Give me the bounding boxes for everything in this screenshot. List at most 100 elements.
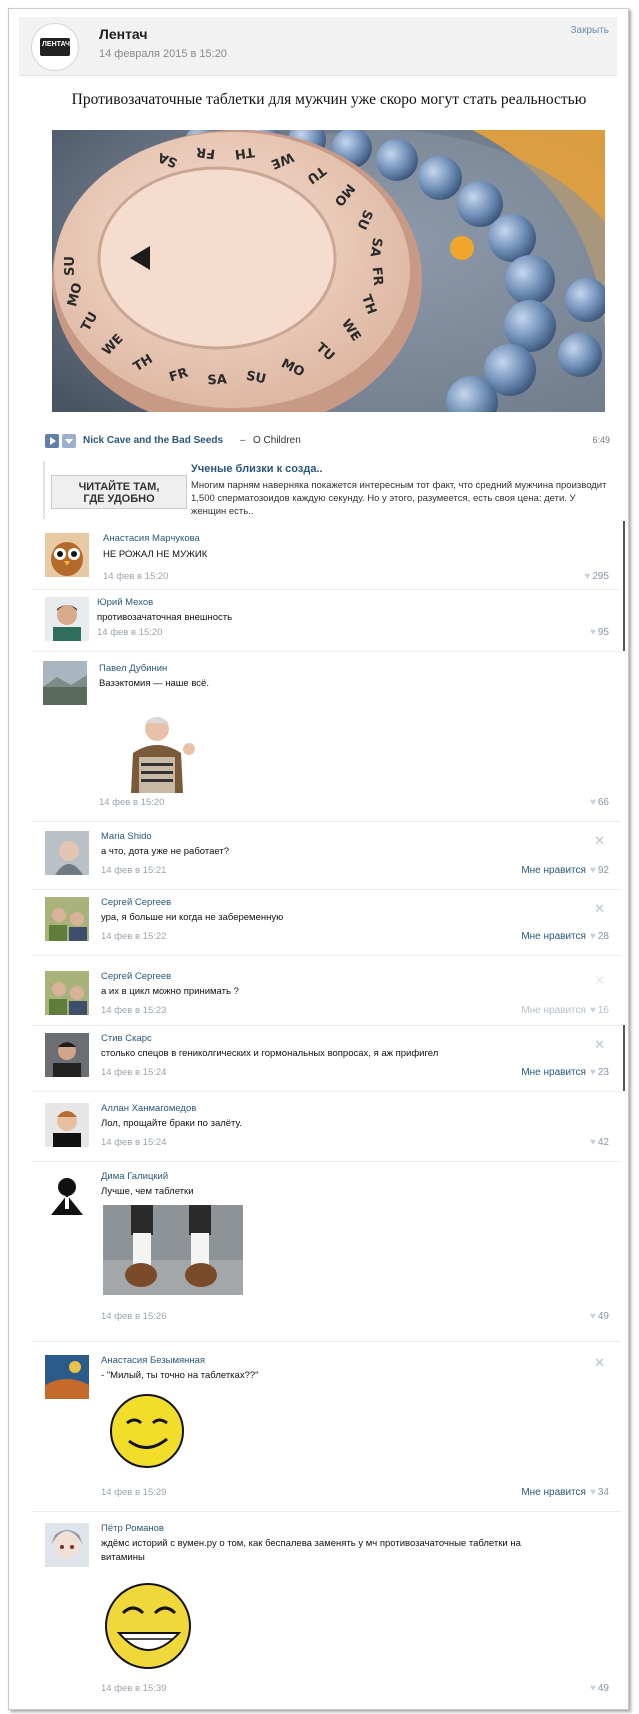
like-number: 49 <box>597 1683 609 1694</box>
close-icon[interactable]: ✕ <box>594 973 605 989</box>
like-number: 42 <box>597 1137 609 1148</box>
audio-dash: – <box>240 435 246 446</box>
like-number: 95 <box>597 627 609 638</box>
like-count[interactable]: ♥ 49 <box>590 1311 609 1322</box>
avatar-woman[interactable] <box>45 831 89 875</box>
comment-author[interactable]: Дима Галицкий <box>101 1171 168 1182</box>
meme-image-harold[interactable] <box>113 713 203 793</box>
comment: Анастасия Безымянная - "Милый, ты точно … <box>31 1341 621 1512</box>
comment-date[interactable]: 14 фев в 15:26 <box>101 1311 166 1322</box>
avatar-steve[interactable] <box>45 1033 89 1077</box>
comment-date[interactable]: 14 фев в 15:20 <box>99 797 164 808</box>
comment: Дима Галицкий Лучше, чем таблетки 14 фев… <box>31 1161 621 1342</box>
comment-text: ура, я больше ни когда не забеременную <box>101 912 284 923</box>
heart-icon: ♥ <box>589 1311 596 1322</box>
comment-date[interactable]: 14 фев в 15:20 <box>103 571 168 582</box>
comment-text: а что, дота уже не работает? <box>101 846 229 857</box>
lentach-logo[interactable]: ЛЕНТАЧ <box>31 23 79 71</box>
comment-date[interactable]: 14 фев в 15:24 <box>101 1137 166 1148</box>
sticker-smiley[interactable] <box>109 1393 185 1469</box>
heart-icon: ♥ <box>589 627 596 638</box>
repost-title[interactable]: Ученые близки к созда.. <box>191 463 323 475</box>
pill-day-label: SA <box>366 236 384 258</box>
like-label: Мне нравится <box>521 865 586 876</box>
comment-author[interactable]: Анастасия Безымянная <box>101 1355 205 1366</box>
comment-author[interactable]: Пётр Романов <box>101 1523 164 1534</box>
heart-icon: ♥ <box>589 1683 596 1694</box>
comment-text: противозачаточная внешность <box>97 612 233 623</box>
comment-author[interactable]: Сергей Сергеев <box>101 897 171 908</box>
post-headline: Противозачаточные таблетки для мужчин уж… <box>71 91 587 108</box>
comment-text: Лучше, чем таблетки <box>101 1186 194 1197</box>
comment-author[interactable]: Анастасия Марчукова <box>103 533 200 544</box>
post-date[interactable]: 14 февраля 2015 в 15:20 <box>99 48 227 60</box>
like-number: 23 <box>597 1067 609 1078</box>
repost-text: Многим парням наверняка покажется интере… <box>191 480 607 517</box>
like-label: Мне нравится <box>521 1005 586 1016</box>
comment-text: НЕ РОЖАЛ НЕ МУЖИК <box>103 549 208 560</box>
comment-text: ждёмс историй с вумен.ру о том, как бесп… <box>101 1538 521 1563</box>
comment-date[interactable]: 14 фев в 15:20 <box>97 627 162 638</box>
avatar-photo[interactable] <box>45 597 89 641</box>
like-label: Мне нравится <box>521 1067 586 1078</box>
heart-icon: ♥ <box>589 1137 596 1148</box>
like-button[interactable]: Мне нравится ♥ 92 <box>521 865 609 876</box>
comment-date[interactable]: 14 фев в 15:24 <box>101 1067 166 1078</box>
avatar-sergey[interactable] <box>45 897 89 941</box>
avatar-allan[interactable] <box>45 1103 89 1147</box>
post-author[interactable]: Лентач <box>99 26 148 42</box>
comment-author[interactable]: Юрий Мехов <box>97 597 153 608</box>
comment: Анастасия Марчукова НЕ РОЖАЛ НЕ МУЖИК 14… <box>31 521 625 590</box>
comment-author[interactable]: Сергей Сергеев <box>101 971 171 982</box>
close-icon[interactable]: ✕ <box>594 1355 605 1371</box>
thumb-text-1: ЧИТАЙТЕ ТАМ, <box>78 481 160 493</box>
like-button[interactable]: Мне нравится ♥ 16 <box>521 1005 609 1016</box>
like-button[interactable]: Мне нравится ♥ 34 <box>521 1487 609 1498</box>
avatar-dima[interactable] <box>45 1171 89 1215</box>
comment: Стив Скарс столько спецов в гениколгичес… <box>31 1025 625 1092</box>
avatar-sergey[interactable] <box>45 971 89 1015</box>
sticker-troll-face[interactable] <box>103 1581 193 1671</box>
avatar-landscape[interactable] <box>43 661 87 705</box>
close-icon[interactable]: ✕ <box>594 901 605 917</box>
close-icon[interactable]: ✕ <box>594 1037 605 1053</box>
comment-date[interactable]: 14 фев в 15:29 <box>101 1487 166 1498</box>
comment-author[interactable]: Павел Дубинин <box>99 663 167 674</box>
like-button[interactable]: Мне нравится ♥ 23 <box>521 1067 609 1078</box>
like-count[interactable]: ♥ 42 <box>590 1137 609 1148</box>
comment-author[interactable]: Аллан Ханмагомедов <box>101 1103 196 1114</box>
like-count[interactable]: ♥ 49 <box>590 1683 609 1694</box>
avatar-owl[interactable] <box>45 533 89 577</box>
close-link[interactable]: Закрыть <box>570 25 609 36</box>
like-number: 49 <box>597 1311 609 1322</box>
comment-author[interactable]: Стив Скарс <box>101 1033 152 1044</box>
like-count[interactable]: ♥ 295 <box>584 571 609 582</box>
post-frame: ЛЕНТАЧ Лентач 14 февраля 2015 в 15:20 За… <box>8 8 629 1710</box>
comment-date[interactable]: 14 фев в 15:22 <box>101 931 166 942</box>
download-icon[interactable] <box>62 434 76 448</box>
repost-thumbnail[interactable]: ЧИТАЙТЕ ТАМ, ГДЕ УДОБНО <box>51 475 187 509</box>
comment: Аллан Ханмагомедов Лол, прощайте браки п… <box>31 1091 621 1162</box>
image-socks-sandals[interactable] <box>103 1205 243 1295</box>
avatar-painting[interactable] <box>45 1355 89 1399</box>
audio-track[interactable]: O Children <box>253 435 301 446</box>
like-count[interactable]: ♥ 95 <box>590 627 609 638</box>
avatar-anime[interactable] <box>45 1523 89 1567</box>
close-icon[interactable]: ✕ <box>594 833 605 849</box>
audio-artist[interactable]: Nick Cave and the Bad Seeds <box>83 435 223 446</box>
pill-day-label: TH <box>234 144 256 162</box>
comment-date[interactable]: 14 фев в 15:39 <box>101 1683 166 1694</box>
heart-icon: ♥ <box>589 1067 596 1078</box>
comment-date[interactable]: 14 фев в 15:21 <box>101 865 166 876</box>
comment-author[interactable]: Maria Shido <box>101 831 152 842</box>
like-number: 66 <box>597 797 609 808</box>
comment-text: а их в цикл можно принимать ? <box>101 986 239 997</box>
pill-day-label: SU <box>63 256 78 276</box>
heart-icon: ♥ <box>589 1487 596 1498</box>
comment-date[interactable]: 14 фев в 15:23 <box>101 1005 166 1016</box>
like-button[interactable]: Мне нравится ♥ 28 <box>521 931 609 942</box>
play-icon[interactable] <box>45 434 59 448</box>
like-count[interactable]: ♥ 66 <box>590 797 609 808</box>
pill-pack-photo[interactable]: SU MO TU WE TH FR SA SU MO TU WE TH FR SA SU MO TU WE TH FR… <box>52 130 605 412</box>
thumb-text-2: ГДЕ УДОБНО <box>83 493 155 505</box>
